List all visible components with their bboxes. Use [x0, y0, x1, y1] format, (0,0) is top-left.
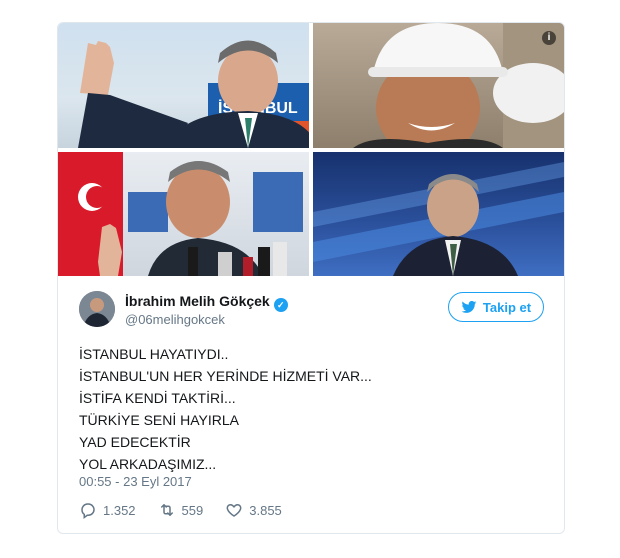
display-name-text[interactable]: İbrahim Melih Gökçek — [125, 293, 270, 309]
like-count: 3.855 — [249, 502, 282, 518]
photo-3-art — [58, 152, 303, 276]
tweet-line: İSTİFA KENDİ TAKTİRİ... — [79, 390, 236, 406]
photo-3[interactable] — [58, 152, 309, 276]
info-icon[interactable]: i — [542, 31, 556, 45]
follow-button[interactable]: Takip et — [448, 292, 544, 322]
tweet-card: İSTANBUL i — [57, 22, 565, 534]
photo-1[interactable]: İSTANBUL — [58, 23, 309, 148]
retweet-button[interactable]: 559 — [158, 501, 204, 519]
heart-icon — [226, 503, 242, 517]
photo-2[interactable]: i — [313, 23, 564, 148]
user-handle[interactable]: @06melihgokcek — [125, 312, 225, 327]
reply-icon — [81, 503, 95, 519]
follow-label: Takip et — [482, 299, 532, 315]
photo-2-art — [353, 23, 564, 148]
photo-4[interactable] — [313, 152, 564, 276]
tweet-line: İSTANBUL HAYATIYDI.. — [79, 346, 229, 362]
verified-icon: ✓ — [273, 298, 288, 312]
photo-grid: İSTANBUL i — [58, 23, 564, 276]
tweet-header: İbrahim Melih Gökçek ✓ @06melihgokcek Tak… — [79, 291, 544, 331]
reply-count: 1.352 — [103, 502, 136, 518]
photo-1-art: İSTANBUL — [78, 40, 309, 148]
tweet-line: İSTANBUL'UN HER YERİNDE HİZMETİ VAR... — [79, 368, 372, 384]
twitter-bird-icon — [461, 301, 477, 313]
tweet-line: TÜRKİYE SENİ HAYIRLA — [79, 412, 240, 428]
action-bar: 1.352 559 3.855 — [79, 499, 304, 521]
like-button[interactable]: 3.855 — [225, 501, 282, 519]
photo-4-art — [313, 162, 564, 276]
avatar-art — [79, 291, 115, 327]
tweet-text: İSTANBUL HAYATIYDI.. İSTANBUL'UN HER YER… — [79, 343, 539, 475]
display-name[interactable]: İbrahim Melih Gökçek ✓ — [125, 293, 288, 312]
tweet-line: YOL ARKADAŞIMIZ... — [79, 456, 217, 472]
retweet-count: 559 — [181, 502, 204, 518]
avatar[interactable] — [79, 291, 115, 327]
reply-button[interactable]: 1.352 — [79, 501, 136, 519]
retweet-icon — [160, 504, 173, 516]
tweet-line: YAD EDECEKTİR — [79, 434, 191, 450]
timestamp[interactable]: 00:55 - 23 Eyl 2017 — [79, 474, 192, 489]
